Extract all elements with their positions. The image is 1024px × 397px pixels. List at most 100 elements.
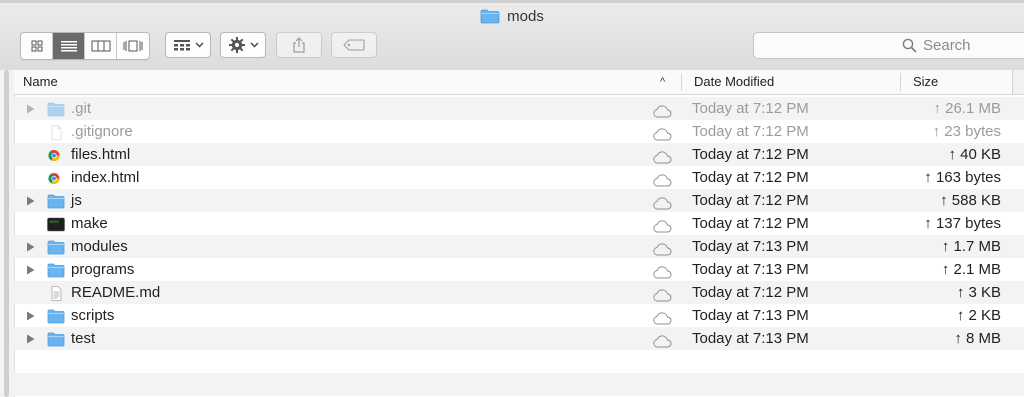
column-view-button[interactable] — [85, 33, 117, 59]
file-size: ↑ 26.1 MB — [933, 100, 1001, 117]
file-name: programs — [71, 261, 135, 278]
cover-flow-view-icon — [123, 40, 143, 52]
column-separator[interactable] — [900, 73, 901, 91]
sort-ascending-icon: ^ — [660, 76, 666, 88]
cloud-icon — [652, 217, 672, 233]
search-field[interactable]: Search — [753, 32, 1024, 59]
column-header-row: Name ^ Date Modified Size — [14, 70, 1024, 95]
tag-icon — [343, 39, 365, 51]
file-row[interactable]: .gitignore Today at 7:12 PM ↑ 23 bytes — [14, 120, 1024, 143]
cloud-icon — [652, 309, 672, 325]
file-size: ↑ 1.7 MB — [941, 238, 1001, 255]
icon-view-icon — [31, 40, 42, 52]
file-row[interactable]: modules Today at 7:13 PM ↑ 1.7 MB — [14, 235, 1024, 258]
window-title-bar: mods — [0, 5, 1024, 27]
list-view-button[interactable] — [53, 33, 85, 59]
cloud-icon — [652, 148, 672, 164]
file-name: test — [71, 330, 96, 347]
disclosure-triangle-icon[interactable] — [23, 97, 37, 120]
file-name: make — [71, 215, 108, 232]
arrange-button[interactable] — [165, 32, 211, 58]
folder-icon — [47, 309, 65, 324]
window-top-edge — [0, 0, 1024, 3]
file-row[interactable]: README.md Today at 7:12 PM ↑ 3 KB — [14, 281, 1024, 304]
share-button[interactable] — [276, 32, 322, 58]
file-icon — [47, 239, 65, 255]
file-row[interactable]: files.html Today at 7:12 PM ↑ 40 KB — [14, 143, 1024, 166]
sidebar-scrollbar[interactable] — [4, 70, 9, 397]
column-header-size[interactable]: Size — [913, 70, 938, 94]
cloud-icon — [652, 102, 672, 118]
document-icon — [51, 125, 62, 140]
date-modified: Today at 7:12 PM — [692, 192, 809, 209]
file-row[interactable]: exec make Today at 7:12 PM ↑ 137 bytes — [14, 212, 1024, 235]
header-scroll-gutter — [1012, 70, 1024, 94]
file-size: ↑ 137 bytes — [924, 215, 1001, 232]
file-size: ↑ 40 KB — [948, 146, 1001, 163]
file-icon — [47, 101, 65, 117]
file-row[interactable]: programs Today at 7:13 PM ↑ 2.1 MB — [14, 258, 1024, 281]
action-button[interactable] — [220, 32, 266, 58]
folder-icon — [47, 102, 65, 117]
empty-row — [14, 350, 1024, 373]
file-name: index.html — [71, 169, 140, 186]
empty-row — [14, 373, 1024, 396]
column-separator[interactable] — [681, 73, 682, 91]
cloud-icon — [652, 240, 672, 256]
icon-view-button[interactable] — [21, 33, 53, 59]
date-modified: Today at 7:12 PM — [692, 123, 809, 140]
cover-flow-view-button[interactable] — [117, 33, 149, 59]
folder-icon — [47, 263, 65, 278]
folder-icon — [47, 194, 65, 209]
file-row[interactable]: test Today at 7:13 PM ↑ 8 MB — [14, 327, 1024, 350]
file-size: ↑ 2 KB — [956, 307, 1001, 324]
file-icon — [47, 147, 65, 162]
file-name: README.md — [71, 284, 161, 301]
disclosure-triangle-icon[interactable] — [23, 258, 37, 281]
file-size: ↑ 8 MB — [954, 330, 1001, 347]
file-row[interactable]: js Today at 7:12 PM ↑ 588 KB — [14, 189, 1024, 212]
file-size: ↑ 588 KB — [940, 192, 1001, 209]
view-mode-control — [20, 32, 150, 60]
disclosure-triangle-icon[interactable] — [23, 304, 37, 327]
finder-window: mods Search Name ^ Date Modified Size .g… — [0, 0, 1024, 397]
column-view-icon — [91, 40, 110, 52]
search-icon — [902, 38, 917, 53]
chevron-down-icon — [195, 42, 203, 48]
folder-icon — [47, 240, 65, 255]
date-modified: Today at 7:12 PM — [692, 284, 809, 301]
file-icon — [47, 331, 65, 347]
toolbar: mods Search — [0, 0, 1024, 71]
chrome-html-icon — [48, 173, 60, 184]
file-size: ↑ 3 KB — [956, 284, 1001, 301]
date-modified: Today at 7:12 PM — [692, 100, 809, 117]
disclosure-triangle-icon[interactable] — [23, 189, 37, 212]
gear-icon — [228, 37, 245, 53]
tag-button[interactable] — [331, 32, 377, 58]
column-header-date-modified[interactable]: Date Modified — [694, 70, 774, 94]
file-name: files.html — [71, 146, 131, 163]
file-icon — [47, 193, 65, 209]
file-row[interactable]: index.html Today at 7:12 PM ↑ 163 bytes — [14, 166, 1024, 189]
disclosure-triangle-icon[interactable] — [23, 327, 37, 350]
file-icon — [47, 124, 65, 140]
file-icon — [47, 262, 65, 278]
file-row[interactable]: scripts Today at 7:13 PM ↑ 2 KB — [14, 304, 1024, 327]
terminal-executable-icon: exec — [47, 217, 65, 232]
svg-text:exec: exec — [50, 219, 60, 224]
list-view-icon — [60, 41, 77, 52]
file-icon — [47, 285, 65, 301]
date-modified: Today at 7:12 PM — [692, 215, 809, 232]
disclosure-triangle-icon[interactable] — [23, 235, 37, 258]
cloud-icon — [652, 332, 672, 348]
cloud-icon — [652, 263, 672, 279]
folder-icon — [480, 9, 500, 24]
folder-icon — [47, 332, 65, 347]
column-header-name[interactable]: Name — [23, 70, 58, 94]
date-modified: Today at 7:13 PM — [692, 307, 809, 324]
file-name: .gitignore — [71, 123, 133, 140]
date-modified: Today at 7:13 PM — [692, 330, 809, 347]
file-row[interactable]: .git Today at 7:12 PM ↑ 26.1 MB — [14, 97, 1024, 120]
arrange-grid-icon — [173, 40, 190, 51]
date-modified: Today at 7:13 PM — [692, 261, 809, 278]
